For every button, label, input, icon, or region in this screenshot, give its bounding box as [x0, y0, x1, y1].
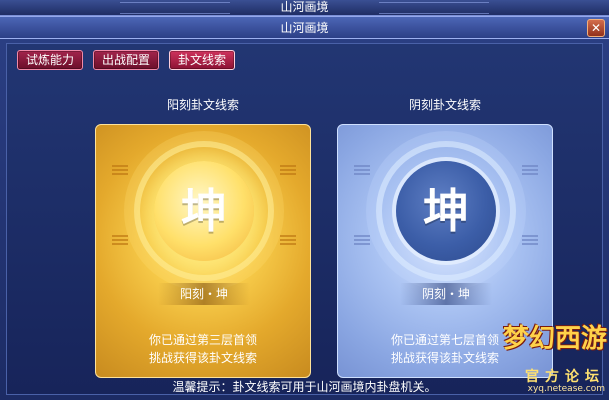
- trigram-icon: [112, 235, 128, 245]
- close-icon: ✕: [590, 21, 602, 35]
- tab-battle-config[interactable]: 出战配置: [93, 50, 160, 70]
- dialog-window: 山河画境 ✕ 试炼能力 出战配置 卦文线索 阳刻卦文线索 阴刻卦文线索 坤 阳刻…: [0, 16, 609, 400]
- tab-trial-ability[interactable]: 试炼能力: [17, 50, 84, 70]
- trigram-icon: [280, 165, 296, 175]
- tab-hexagram-clues[interactable]: 卦文线索: [169, 50, 236, 70]
- trigram-icon: [522, 235, 538, 245]
- hexagram-medallion: 坤: [154, 161, 254, 261]
- site-watermark: 梦幻西游 官方论坛 xyq.netease.com: [477, 318, 607, 396]
- trigram-icon: [354, 165, 370, 175]
- trigram-icon: [112, 165, 128, 175]
- tab-bar: 试炼能力 出战配置 卦文线索: [17, 50, 236, 70]
- watermark-logo: 梦幻西游: [502, 324, 607, 354]
- yin-card-heading: 阴刻卦文线索: [408, 98, 481, 112]
- description-line: 挑战获得该卦文线索: [148, 351, 257, 365]
- description-line: 你已通过第三层首领: [148, 333, 257, 347]
- hexagram-medallion: 坤: [396, 161, 496, 261]
- dialog-title: 山河画境: [280, 21, 329, 35]
- inner-titlebar[interactable]: 山河画境 ✕: [0, 17, 609, 39]
- close-button[interactable]: ✕: [587, 19, 605, 37]
- trigram-icon: [522, 165, 538, 175]
- trigram-icon: [280, 235, 296, 245]
- yang-card-heading: 阳刻卦文线索: [166, 98, 239, 112]
- outer-titlebar: 山河画境: [0, 0, 609, 16]
- watermark-forum-label: 官方论坛: [525, 369, 605, 385]
- hexagram-name-plate: 阳刻・坤: [158, 283, 250, 305]
- trigram-icon: [354, 235, 370, 245]
- outer-window-title: 山河画境: [280, 0, 329, 14]
- hexagram-glyph: 坤: [181, 184, 227, 238]
- title-decoration-right: [379, 2, 489, 14]
- watermark-url: xyq.netease.com: [527, 384, 605, 394]
- hexagram-glyph: 坤: [423, 184, 469, 238]
- yang-hexagram-card[interactable]: 坤 阳刻・坤 你已通过第三层首领 挑战获得该卦文线索: [95, 124, 311, 378]
- hexagram-description: 你已通过第三层首领 挑战获得该卦文线索: [96, 331, 310, 367]
- hexagram-name-plate: 阴刻・坤: [400, 283, 492, 305]
